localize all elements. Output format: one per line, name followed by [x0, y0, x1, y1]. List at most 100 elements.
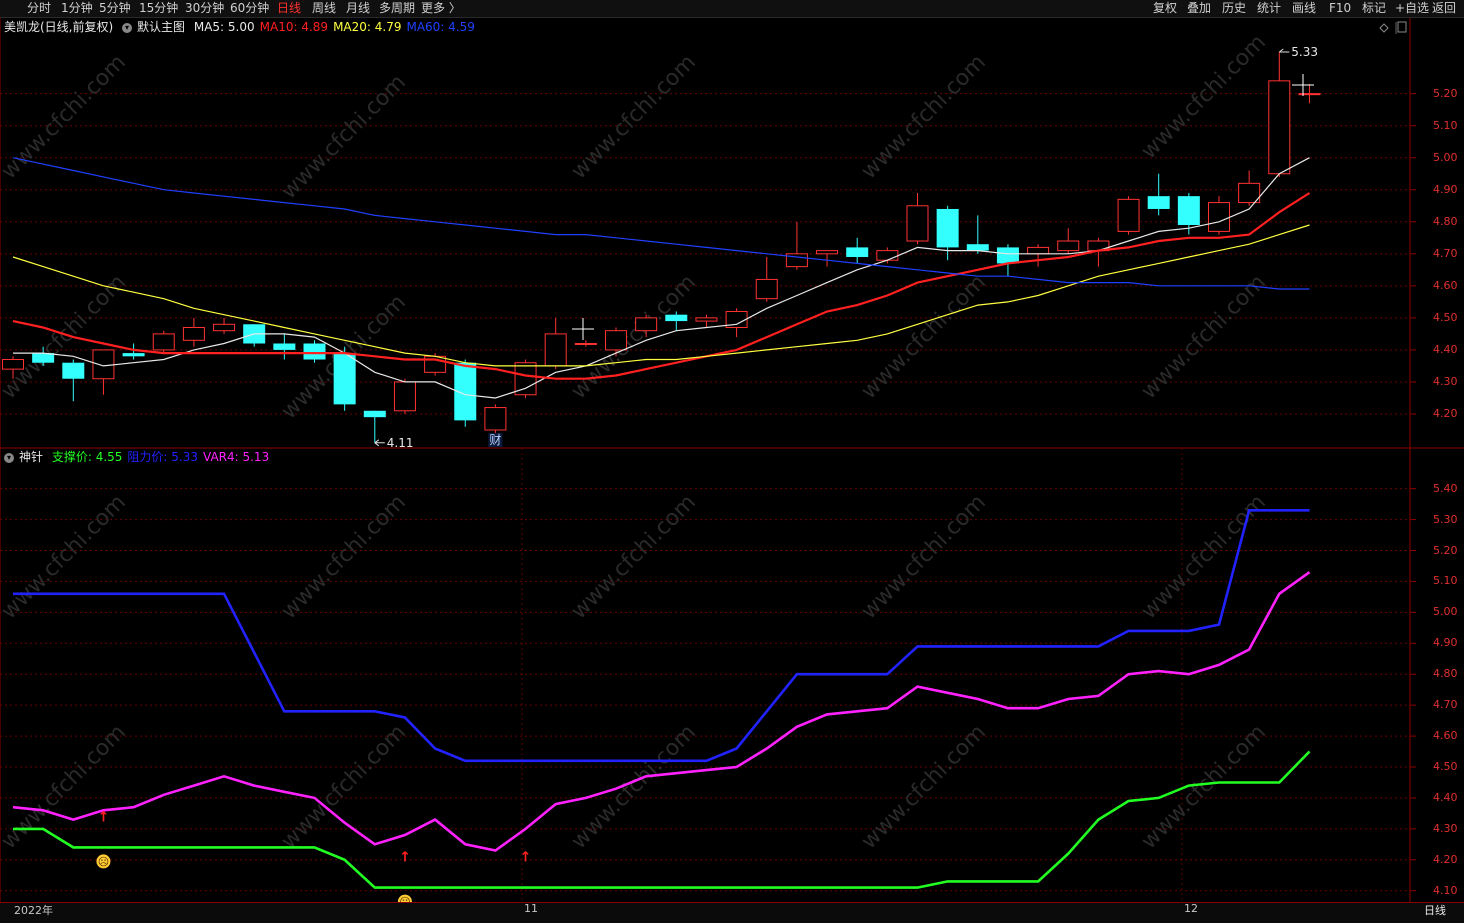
- candle-body: [303, 343, 326, 360]
- candle-body: [393, 381, 416, 412]
- candle: [876, 247, 899, 264]
- y-tick-label: 5.40: [1433, 481, 1458, 495]
- y-tick-label: 4.50: [1433, 760, 1458, 773]
- kline-chart[interactable]: www.cfchi.com www.cfchi.com www.cfchi.com w…: [0, 0, 1464, 922]
- candle-body: [152, 333, 175, 351]
- watermark-text: www.cfchi.com: [567, 490, 701, 624]
- candle-body: [273, 343, 296, 350]
- high-marker: [1279, 48, 1290, 53]
- candle: [333, 346, 356, 411]
- candle-body: [1177, 196, 1200, 225]
- bottom-status-bar: [0, 902, 1464, 923]
- candle-body: [484, 407, 507, 431]
- watermark-text: www.cfchi.com: [277, 490, 411, 624]
- y-tick-label: 4.30: [1433, 821, 1458, 835]
- y-tick-label: 4.50: [1433, 310, 1458, 324]
- low-price-label: 4.11: [387, 436, 414, 450]
- candle-body: [1298, 93, 1321, 96]
- candle-body: [122, 353, 145, 357]
- candle-body: [333, 353, 356, 405]
- y-tick-label: 4.80: [1433, 214, 1458, 228]
- candle: [695, 314, 718, 328]
- y-tick-label: 5.10: [1433, 118, 1458, 132]
- y-tick-label: 5.20: [1433, 543, 1458, 557]
- watermark-text: www.cfchi.com: [1137, 720, 1271, 854]
- candle: [92, 349, 115, 395]
- candle: [966, 215, 989, 254]
- candle-body: [635, 317, 658, 332]
- up-arrow-icon: ↑: [98, 809, 110, 825]
- low-marker: [374, 439, 385, 447]
- candle-body: [816, 250, 839, 255]
- watermark-text: www.cfchi.com: [567, 720, 701, 854]
- candle: [514, 359, 537, 398]
- period-indicator[interactable]: 日线: [1424, 902, 1446, 918]
- candle: [574, 340, 597, 347]
- candle: [725, 308, 748, 338]
- candle: [62, 359, 85, 402]
- watermark-text: www.cfchi.com: [1137, 30, 1271, 164]
- watermark-text: www.cfchi.com: [1137, 270, 1271, 404]
- candle-body: [966, 244, 989, 251]
- y-tick-label: 4.60: [1433, 729, 1458, 743]
- panel-toggle-icon: [1397, 21, 1407, 33]
- watermark-text: www.cfchi.com: [857, 490, 991, 624]
- candle: [484, 404, 507, 434]
- watermark-text: www.cfchi.com: [567, 270, 701, 404]
- watermark-text: www.cfchi.com: [567, 50, 701, 184]
- candle-body: [182, 326, 205, 341]
- candle-body: [1268, 80, 1291, 175]
- candle-body: [2, 359, 24, 370]
- candle-body: [906, 205, 929, 242]
- candle: [755, 257, 778, 302]
- candle: [1147, 173, 1170, 216]
- candle-body: [936, 208, 959, 248]
- candle: [182, 317, 205, 347]
- candle: [363, 410, 386, 443]
- y-tick-label: 4.60: [1433, 278, 1458, 292]
- candle-body: [363, 410, 386, 418]
- diamond-icon: [1379, 23, 1389, 33]
- candle: [1208, 196, 1230, 235]
- watermark-text: www.cfchi.com: [0, 490, 131, 624]
- candle: [393, 378, 416, 414]
- ma-line-ma5: [13, 157, 1310, 399]
- candle: [1057, 228, 1080, 254]
- candle: [936, 205, 959, 261]
- candle: [213, 317, 236, 334]
- watermark-text: www.cfchi.com: [0, 270, 131, 404]
- candle: [906, 192, 929, 245]
- candle-body: [1057, 240, 1080, 252]
- y-tick-label: 5.30: [1433, 512, 1458, 526]
- candle-body: [1208, 202, 1230, 232]
- candle: [454, 359, 477, 427]
- y-tick-label: 5.10: [1433, 574, 1458, 588]
- candle: [1298, 84, 1321, 104]
- candle: [303, 340, 326, 363]
- y-tick-label: 5.20: [1433, 86, 1458, 100]
- candle-body: [665, 314, 688, 322]
- candle: [1268, 52, 1291, 177]
- candle: [996, 244, 1019, 277]
- watermark-text: www.cfchi.com: [0, 720, 131, 854]
- candle-body: [514, 362, 537, 396]
- y-tick-label: 4.40: [1433, 790, 1458, 804]
- candle-body: [32, 353, 55, 363]
- watermark-text: www.cfchi.com: [277, 70, 411, 204]
- up-arrow-icon: ↑: [399, 850, 411, 866]
- ma-line-ma60: [12, 157, 1310, 290]
- y-tick-label: 4.40: [1433, 342, 1458, 356]
- y-tick-label: 4.90: [1433, 182, 1458, 196]
- y-tick-label: 4.90: [1433, 636, 1458, 650]
- watermark-text: www.cfchi.com: [857, 720, 991, 854]
- y-tick-label: 4.80: [1433, 667, 1458, 681]
- candle: [273, 333, 296, 360]
- sad-face-glyph: ☹: [98, 855, 109, 868]
- candle-body: [846, 247, 869, 258]
- candle: [1117, 196, 1140, 235]
- candle-body: [755, 278, 778, 300]
- high-price-label: 5.33: [1291, 45, 1318, 59]
- event-marker-label: 财: [489, 433, 501, 447]
- date-label: 12: [1184, 902, 1198, 915]
- candle: [544, 317, 567, 370]
